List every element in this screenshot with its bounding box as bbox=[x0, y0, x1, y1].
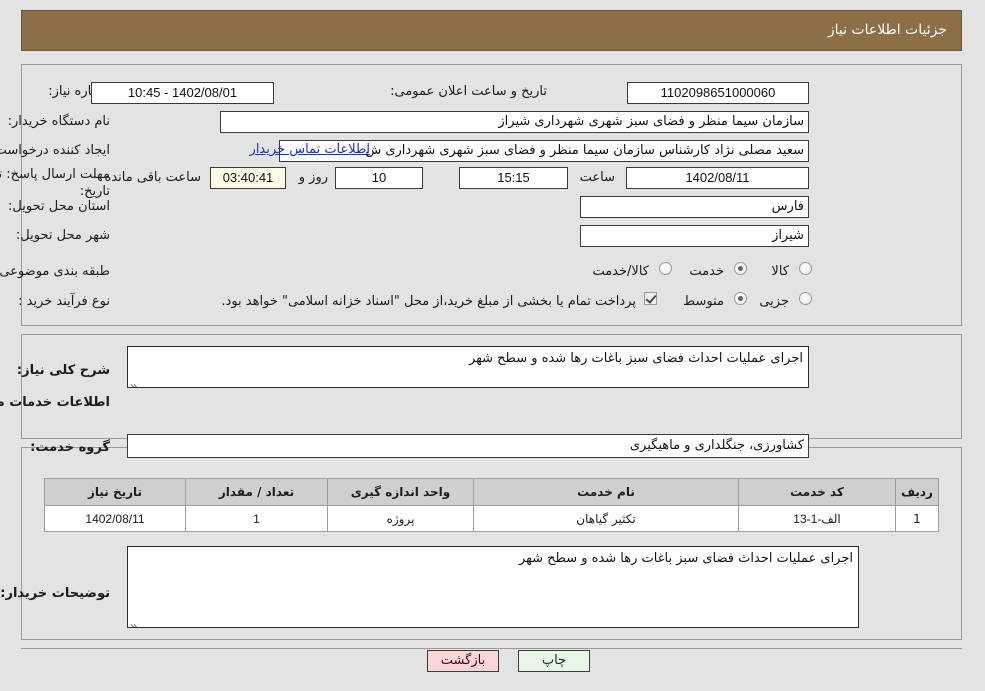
th-service-code: کد خدمت bbox=[739, 478, 897, 506]
services-info-heading: اطلاعات خدمات مورد نیاز bbox=[0, 395, 111, 410]
th-service-name: نام خدمت bbox=[474, 478, 740, 506]
buyer-notes-value: اجرای عملیات احداث فضای سبز باغات رها شد… bbox=[519, 551, 854, 566]
buyer-contact-link[interactable]: اطلاعات تماس خریدار bbox=[251, 142, 371, 157]
delivery-city-value: شیراز bbox=[581, 225, 810, 247]
radio-process-jozee-label: جزیی bbox=[760, 294, 790, 309]
deadline-time-value: 15:15 bbox=[460, 167, 569, 189]
delivery-city-label: شهر محل تحویل: bbox=[16, 228, 111, 243]
buyer-organization-label: نام دستگاه خریدار: bbox=[8, 114, 111, 129]
th-need-date: تاریخ نیاز bbox=[45, 478, 187, 506]
deadline-label: مهلت ارسال پاسخ: تا تاریخ: bbox=[0, 167, 111, 199]
radio-category-kala-label: کالا bbox=[772, 264, 790, 279]
general-description-value: اجرای عملیات احداث فضای سبز باغات رها شد… bbox=[469, 351, 804, 366]
radio-category-kala[interactable] bbox=[800, 262, 813, 275]
general-description-textarea[interactable]: اجرای عملیات احداث فضای سبز باغات رها شد… bbox=[128, 346, 810, 388]
treasury-documents-note: پرداخت تمام یا بخشی از مبلغ خرید،از محل … bbox=[222, 294, 637, 309]
service-group-label: گروه خدمت: bbox=[31, 440, 111, 455]
buyer-notes-label: توضیحات خریدار: bbox=[1, 586, 111, 601]
days-remaining-value: 10 bbox=[336, 167, 424, 189]
back-button[interactable]: بازگشت bbox=[428, 650, 500, 672]
table-row: 1 الف-1-13 تکثیر گیاهان پروژه 1 1402/08/… bbox=[45, 505, 940, 532]
services-table: ردیف کد خدمت نام خدمت واحد اندازه گیری ت… bbox=[45, 478, 940, 532]
radio-process-motavaset[interactable] bbox=[735, 292, 748, 305]
window-title-bar: جزئیات اطلاعات نیاز bbox=[22, 10, 963, 51]
deadline-date-value: 1402/08/11 bbox=[627, 167, 810, 189]
th-row-no: ردیف bbox=[896, 478, 940, 506]
print-button[interactable]: چاپ bbox=[519, 650, 591, 672]
countdown-value: 03:40:41 bbox=[211, 167, 287, 189]
deadline-hour-label: ساعت bbox=[580, 170, 616, 185]
buyer-organization-value: سازمان سیما منظر و فضای سبز شهری شهرداری… bbox=[221, 111, 810, 133]
td-service-code: الف-1-13 bbox=[739, 505, 897, 532]
purchase-process-label: نوع فرآیند خرید : bbox=[19, 294, 111, 309]
treasury-documents-checkbox[interactable] bbox=[645, 292, 658, 305]
delivery-province-label: استان محل تحویل: bbox=[9, 199, 111, 214]
subject-category-label: طبقه بندی موضوعی: bbox=[0, 264, 111, 279]
need-number-value: 1102098651000060 bbox=[628, 82, 810, 104]
radio-process-jozee[interactable] bbox=[800, 292, 813, 305]
resize-grip-icon[interactable] bbox=[131, 376, 141, 387]
td-unit: پروژه bbox=[328, 505, 475, 532]
radio-category-khedmat-label: خدمت bbox=[690, 264, 725, 279]
th-quantity: تعداد / مقدار bbox=[186, 478, 329, 506]
general-description-label: شرح کلی نیاز: bbox=[17, 363, 111, 378]
radio-process-motavaset-label: متوسط bbox=[684, 294, 725, 309]
page-title: جزئیات اطلاعات نیاز bbox=[828, 22, 948, 38]
service-group-value: کشاورزی، جنگلداری و ماهیگیری bbox=[128, 434, 810, 458]
delivery-province-value: فارس bbox=[581, 196, 810, 218]
radio-category-khedmat[interactable] bbox=[735, 262, 748, 275]
radio-category-kala-khedmat-label: کالا/خدمت bbox=[593, 264, 650, 279]
td-quantity: 1 bbox=[186, 505, 329, 532]
requester-label: ایجاد کننده درخواست: bbox=[0, 143, 111, 158]
table-header-row: ردیف کد خدمت نام خدمت واحد اندازه گیری ت… bbox=[45, 478, 940, 506]
announcement-datetime-value: 10:45 - 1402/08/01 bbox=[92, 82, 275, 104]
th-unit: واحد اندازه گیری bbox=[328, 478, 475, 506]
td-need-date: 1402/08/11 bbox=[45, 505, 187, 532]
td-row-no: 1 bbox=[896, 505, 940, 532]
days-and-label: روز و bbox=[299, 170, 329, 185]
td-service-name: تکثیر گیاهان bbox=[474, 505, 740, 532]
buyer-notes-textarea[interactable]: اجرای عملیات احداث فضای سبز باغات رها شد… bbox=[128, 546, 860, 628]
resize-grip-icon-notes[interactable] bbox=[131, 616, 141, 627]
announcement-datetime-label: تاریخ و ساعت اعلان عمومی: bbox=[391, 84, 548, 99]
radio-category-kala-khedmat[interactable] bbox=[660, 262, 673, 275]
hours-remaining-label: ساعت باقی مانده bbox=[105, 170, 202, 185]
